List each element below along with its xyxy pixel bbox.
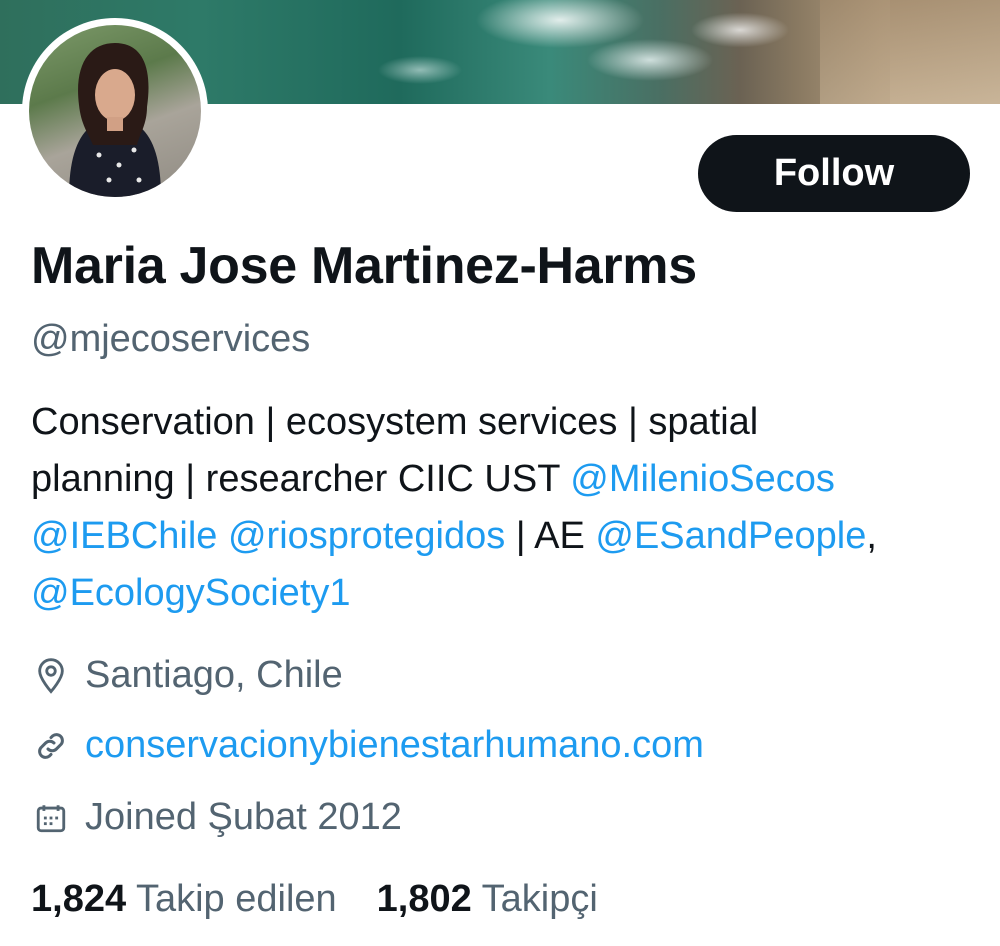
- mention-link[interactable]: @MilenioSecos: [570, 458, 835, 500]
- bio-text: Conservation | ecosystem services | spat…: [31, 401, 759, 443]
- mention-link[interactable]: @EcologySociety1: [31, 572, 351, 614]
- bio-text: ,: [866, 515, 877, 557]
- followers-count: 1,802: [376, 878, 472, 920]
- mention-link[interactable]: @riosprotegidos: [228, 515, 505, 557]
- profile-location: Santiago, Chile: [31, 654, 343, 697]
- profile-display-name: Maria Jose Martinez-Harms: [31, 237, 697, 295]
- avatar-photo: [29, 25, 201, 197]
- profile-handle: @mjecoservices: [31, 318, 311, 360]
- bio-text: | AE: [505, 515, 596, 557]
- profile-joined: Joined Şubat 2012: [31, 796, 402, 839]
- followers-label: Takipçi: [481, 878, 598, 920]
- profile-bio: Conservation | ecosystem services | spat…: [31, 394, 981, 622]
- link-icon: [31, 726, 71, 766]
- location-text: Santiago, Chile: [85, 654, 343, 696]
- joined-text: Joined Şubat 2012: [85, 796, 402, 838]
- profile-stats: 1,824 Takip edilen 1,802 Takipçi: [31, 878, 638, 921]
- website-link[interactable]: conservacionybienestarhumano.com: [85, 724, 704, 767]
- following-label: Takip edilen: [135, 878, 337, 920]
- following-stat[interactable]: 1,824 Takip edilen: [31, 878, 337, 921]
- profile-avatar[interactable]: [22, 18, 208, 204]
- calendar-icon: [31, 798, 71, 838]
- followers-stat[interactable]: 1,802 Takipçi: [377, 878, 598, 921]
- bio-text: planning | researcher CIIC UST: [31, 458, 571, 500]
- follow-button[interactable]: Follow: [698, 135, 970, 212]
- profile-website[interactable]: conservacionybienestarhumano.com: [31, 724, 704, 767]
- mention-link[interactable]: @ESandPeople: [595, 515, 866, 557]
- mention-link[interactable]: @IEBChile: [31, 515, 217, 557]
- following-count: 1,824: [31, 878, 127, 920]
- location-pin-icon: [31, 656, 71, 696]
